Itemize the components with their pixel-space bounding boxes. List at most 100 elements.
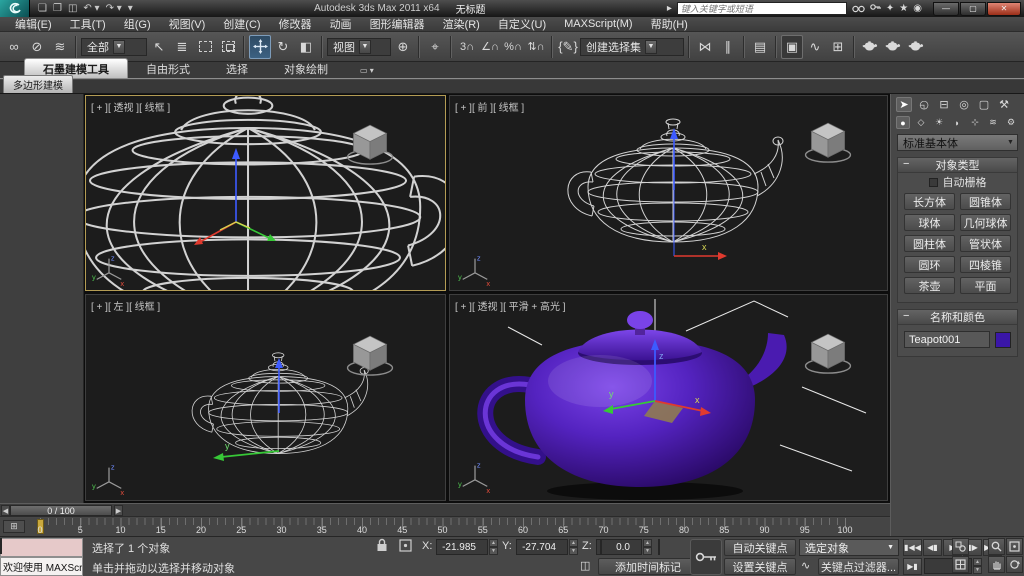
- space-warps-icon[interactable]: ≋: [986, 116, 1000, 129]
- primitive-category-dropdown[interactable]: 标准基本体 ▼: [897, 134, 1018, 151]
- helpers-icon[interactable]: ⊹: [968, 116, 982, 129]
- new-file-icon[interactable]: ❏: [38, 3, 47, 14]
- z-spinner[interactable]: ▲▼: [643, 539, 652, 555]
- cameras-icon[interactable]: ◗: [950, 116, 964, 129]
- menu-group[interactable]: 组(G): [115, 16, 160, 32]
- open-file-icon[interactable]: ❐: [53, 3, 62, 14]
- menu-maxscript[interactable]: MAXScript(M): [555, 18, 641, 30]
- shapes-icon[interactable]: ◇: [914, 116, 928, 129]
- select-and-move-icon[interactable]: [249, 35, 271, 59]
- viewport-label[interactable]: [ + ][ 左 ][ 线框 ]: [91, 298, 160, 313]
- menu-modifiers[interactable]: 修改器: [270, 16, 321, 32]
- viewport-perspective-shaded[interactable]: [ + ][ 透视 ][ 平滑 + 高光 ]: [449, 294, 888, 501]
- plane-button[interactable]: 平面: [960, 277, 1011, 294]
- add-time-tag-button[interactable]: 添加时间标记: [598, 558, 698, 575]
- minimize-button[interactable]: —: [933, 2, 959, 16]
- geosphere-button[interactable]: 几何球体: [960, 214, 1011, 231]
- align-icon[interactable]: ∥: [717, 35, 739, 59]
- z-coordinate-field[interactable]: 0.0: [596, 539, 642, 555]
- object-type-rollout-header[interactable]: − 对象类型: [898, 158, 1017, 173]
- app-logo-icon[interactable]: [0, 0, 30, 17]
- geometry-icon[interactable]: ●: [896, 116, 910, 129]
- hierarchy-tab-icon[interactable]: ⊟: [936, 97, 952, 112]
- y-spinner[interactable]: ▲▼: [569, 539, 578, 555]
- y-coordinate-field[interactable]: -27.704: [516, 539, 568, 555]
- menu-views[interactable]: 视图(V): [160, 16, 215, 32]
- mini-curve-editor-icon[interactable]: ⊞: [3, 520, 25, 533]
- maximize-button[interactable]: ▢: [960, 2, 986, 16]
- curve-editor-icon[interactable]: ∿: [804, 35, 826, 59]
- absolute-offset-toggle-icon[interactable]: [398, 538, 413, 556]
- x-coordinate-field[interactable]: -21.985: [436, 539, 488, 555]
- chevron-down-icon[interactable]: ▼: [1004, 136, 1017, 149]
- graphite-ribbon-toggle-icon[interactable]: ▣: [781, 35, 803, 59]
- systems-icon[interactable]: ⚙: [1004, 116, 1018, 129]
- viewport-label[interactable]: [ + ][ 透视 ][ 线框 ]: [91, 99, 170, 114]
- set-key-button[interactable]: 设置关键点: [724, 558, 796, 575]
- motion-tab-icon[interactable]: ◎: [956, 97, 972, 112]
- window-crossing-icon[interactable]: [217, 35, 239, 59]
- select-object-icon[interactable]: ↖: [148, 35, 170, 59]
- viewport-label[interactable]: [ + ][ 前 ][ 线框 ]: [455, 99, 524, 114]
- time-slider-thumb[interactable]: 0 / 100: [10, 505, 112, 516]
- time-tag-icon[interactable]: ◫: [580, 559, 590, 572]
- previous-frame-button[interactable]: ◀▮: [923, 539, 942, 556]
- object-color-swatch[interactable]: [995, 332, 1011, 348]
- ribbon-tab-selection[interactable]: 选择: [208, 59, 266, 78]
- selection-set-dropdown[interactable]: 选定对象 ▼: [799, 539, 899, 556]
- menu-edit[interactable]: 编辑(E): [6, 16, 61, 32]
- rendered-frame-window-icon[interactable]: [882, 35, 904, 59]
- menu-help[interactable]: 帮助(H): [642, 16, 697, 32]
- search-input[interactable]: [677, 2, 847, 15]
- box-button[interactable]: 长方体: [904, 193, 955, 210]
- viewport-label[interactable]: [ + ][ 透视 ][ 平滑 + 高光 ]: [455, 298, 566, 313]
- ribbon-tab-freeform[interactable]: 自由形式: [128, 59, 208, 78]
- spinner-snap-icon[interactable]: ⇅∩: [525, 35, 547, 59]
- menu-customize[interactable]: 自定义(U): [489, 16, 555, 32]
- unlink-selection-icon[interactable]: ⊘: [26, 35, 48, 59]
- help-icon[interactable]: ◉: [913, 3, 922, 14]
- pyramid-button[interactable]: 四棱锥: [960, 256, 1011, 273]
- search-expand-icon[interactable]: ▸: [667, 3, 672, 14]
- cylinder-button[interactable]: 圆柱体: [904, 235, 955, 252]
- teapot-button[interactable]: 茶壶: [904, 277, 955, 294]
- object-name-field[interactable]: Teapot001: [904, 331, 990, 348]
- communication-center-icon[interactable]: ✦: [886, 3, 894, 14]
- minimized-ribbon-dock[interactable]: [0, 94, 84, 503]
- zoom-extents-icon[interactable]: [1006, 538, 1023, 555]
- menu-graph-editors[interactable]: 图形编辑器: [361, 16, 434, 32]
- autogrid-checkbox[interactable]: [929, 178, 938, 187]
- undo-icon[interactable]: ↶ ▾: [83, 3, 99, 14]
- track-bar[interactable]: ⊞ 05101520253035404550556065707580859095…: [0, 518, 890, 536]
- display-tab-icon[interactable]: ▢: [976, 97, 992, 112]
- utilities-tab-icon[interactable]: ⚒: [996, 97, 1012, 112]
- go-to-start-button[interactable]: ▮◀◀: [903, 539, 922, 556]
- next-frame-arrow[interactable]: ▶: [114, 505, 123, 516]
- redo-icon[interactable]: ↷ ▾: [106, 3, 122, 14]
- modify-tab-icon[interactable]: ◵: [916, 97, 932, 112]
- previous-frame-arrow[interactable]: ◀: [1, 505, 10, 516]
- viewport-left-wireframe[interactable]: [ + ][ 左 ][ 线框 ] y: [85, 294, 446, 501]
- render-production-icon[interactable]: [905, 35, 927, 59]
- select-by-name-icon[interactable]: ≣: [171, 35, 193, 59]
- select-and-rotate-icon[interactable]: ↻: [272, 35, 294, 59]
- search-binoculars-icon[interactable]: [852, 0, 865, 18]
- select-and-scale-icon[interactable]: ◧: [295, 35, 317, 59]
- use-pivot-center-icon[interactable]: ⊕: [392, 35, 414, 59]
- menu-rendering[interactable]: 渲染(R): [434, 16, 489, 32]
- save-file-icon[interactable]: ◫: [68, 3, 77, 14]
- chevron-down-icon[interactable]: ▼: [359, 40, 371, 54]
- bind-to-space-warp-icon[interactable]: ≋: [49, 35, 71, 59]
- pan-hand-icon[interactable]: [988, 556, 1005, 573]
- key-filters-button[interactable]: 关键点过滤器...: [818, 558, 899, 575]
- named-selection-combo[interactable]: 创建选择集 ▼: [580, 38, 684, 56]
- new-key-curve-icon[interactable]: ∿: [801, 559, 810, 572]
- selection-lock-icon[interactable]: [376, 538, 388, 555]
- menu-animation[interactable]: 动画: [321, 16, 361, 32]
- key-mode-toggle-icon[interactable]: ▶▮: [903, 558, 922, 575]
- sphere-button[interactable]: 球体: [904, 214, 955, 231]
- render-setup-icon[interactable]: [859, 35, 881, 59]
- select-and-manipulate-icon[interactable]: ⌖: [424, 35, 446, 59]
- reference-coordinate-combo[interactable]: 视图 ▼: [327, 38, 391, 56]
- snaps-toggle-icon[interactable]: 3∩: [456, 35, 478, 59]
